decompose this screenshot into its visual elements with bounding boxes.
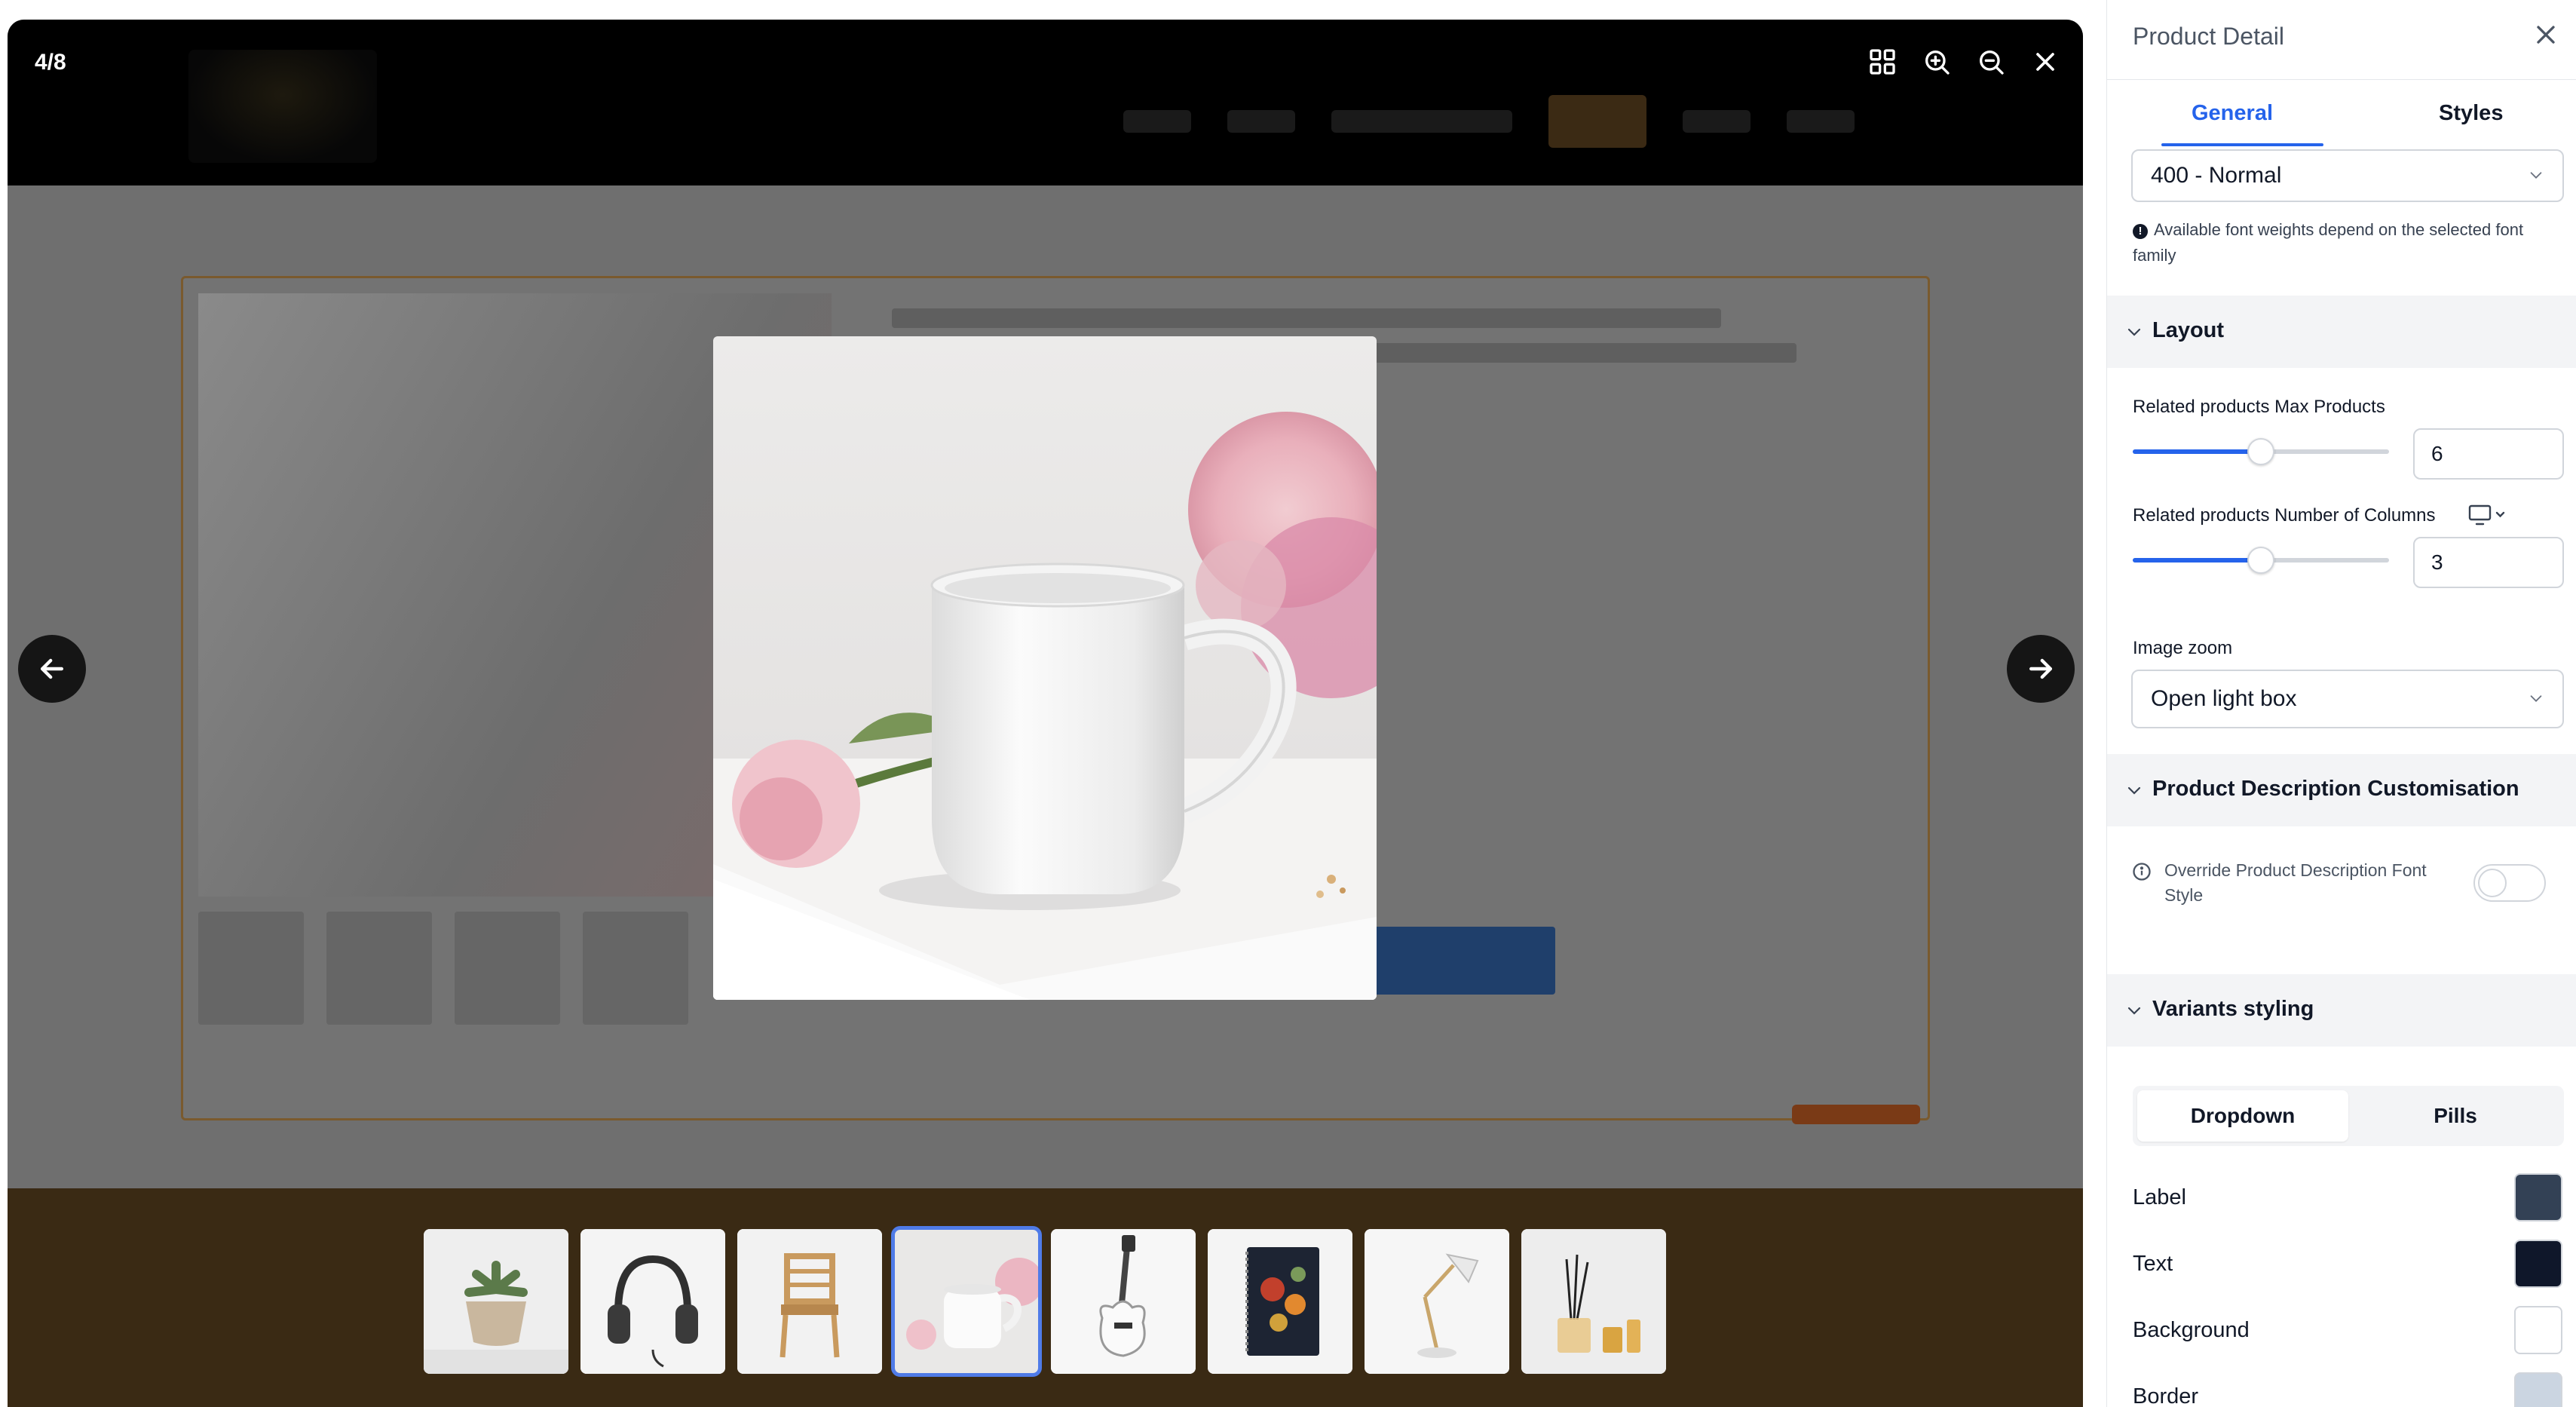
text-color-swatch[interactable] <box>2514 1240 2562 1288</box>
panel-title: Product Detail <box>2133 23 2284 50</box>
variant-style-dropdown[interactable]: Dropdown <box>2137 1090 2348 1142</box>
layout-heading: Layout <box>2152 318 2225 342</box>
site-nav <box>1123 95 1855 148</box>
font-weight-hint-text: Available font weights depend on the sel… <box>2133 220 2524 265</box>
info-icon <box>2133 863 2151 881</box>
app-root: 4/8 Product Detail General Styles 400 - … <box>0 0 2576 1407</box>
tab-styles[interactable]: Styles <box>2439 101 2503 126</box>
zoom-out-icon[interactable] <box>1976 47 2006 77</box>
override-description-label: Override Product Description Font Style <box>2164 860 2427 905</box>
thumbnail-wooden-chair[interactable] <box>737 1229 882 1374</box>
thumbnail-desk-lamp[interactable] <box>1365 1229 1509 1374</box>
variant-style-pills[interactable]: Pills <box>2351 1090 2559 1142</box>
thumbnail-white-mug[interactable] <box>891 1226 1042 1377</box>
thumbnail-succulent-pot[interactable] <box>424 1229 568 1374</box>
panel-tabs: General Styles <box>2107 80 2576 148</box>
close-panel-button[interactable] <box>2531 20 2561 50</box>
product-badge <box>1792 1105 1920 1124</box>
next-image-button[interactable] <box>2007 635 2075 703</box>
max-products-slider[interactable] <box>2133 438 2389 465</box>
slider-fill <box>2133 558 2261 562</box>
image-zoom-select[interactable]: Open light box <box>2131 670 2564 728</box>
text-line <box>892 308 1721 328</box>
site-logo <box>188 50 377 163</box>
font-weight-hint: ! Available font weights depend on the se… <box>2133 217 2562 268</box>
arrow-right-icon <box>2029 658 2053 679</box>
layout-section: Related products Max Products 6 Related … <box>2107 368 2576 762</box>
tab-general[interactable]: General <box>2192 101 2273 126</box>
description-section-header[interactable]: Product Description Customisation <box>2107 754 2576 826</box>
site-nav-cta <box>1548 95 1646 148</box>
panel-header: Product Detail <box>2107 0 2576 80</box>
product-thumb <box>326 912 432 1025</box>
columns-label: Related products Number of Columns <box>2133 505 2436 526</box>
thumbnail-reed-diffuser[interactable] <box>1521 1229 1666 1374</box>
product-thumb <box>198 912 304 1025</box>
zoom-in-icon[interactable] <box>1922 47 1952 77</box>
border-color-label: Border <box>2133 1384 2199 1407</box>
columns-input[interactable]: 3 <box>2413 537 2564 588</box>
settings-panel: Product Detail General Styles 400 - Norm… <box>2106 0 2576 1407</box>
label-color-label: Label <box>2133 1185 2186 1209</box>
slider-fill <box>2133 449 2261 454</box>
toggle-knob <box>2478 869 2507 897</box>
site-nav-item <box>1123 110 1191 133</box>
description-heading: Product Description Customisation <box>2152 777 2519 801</box>
font-weight-value: 400 - Normal <box>2151 163 2282 188</box>
columns-slider[interactable] <box>2133 547 2389 574</box>
image-zoom-value: Open light box <box>2151 686 2297 711</box>
variants-heading: Variants styling <box>2152 997 2314 1021</box>
max-products-label: Related products Max Products <box>2133 397 2385 417</box>
prev-image-button[interactable] <box>18 635 86 703</box>
slider-handle[interactable] <box>2247 438 2274 465</box>
site-nav-cart <box>1787 110 1855 133</box>
variants-section-header[interactable]: Variants styling <box>2107 974 2576 1047</box>
chevron-down-icon <box>2127 786 2141 795</box>
layout-section-header[interactable]: Layout <box>2107 296 2576 368</box>
info-icon: ! <box>2133 224 2148 239</box>
product-thumbs <box>198 912 688 1025</box>
chevron-down-icon <box>2127 328 2141 336</box>
site-nav-item <box>1683 110 1751 133</box>
border-color-swatch[interactable] <box>2514 1372 2562 1407</box>
background-color-label: Background <box>2133 1318 2250 1342</box>
font-weight-select[interactable]: 400 - Normal <box>2131 149 2564 202</box>
font-weight-section: 400 - Normal ! Available font weights dep… <box>2107 148 2576 296</box>
site-nav-item <box>1331 110 1512 133</box>
active-tab-indicator <box>2161 143 2323 146</box>
image-counter: 4/8 <box>35 50 66 75</box>
product-thumb <box>583 912 688 1025</box>
text-color-label: Text <box>2133 1252 2173 1276</box>
thumbnail-electric-guitar[interactable] <box>1051 1229 1196 1374</box>
editor-canvas: 4/8 <box>8 20 2083 1407</box>
image-zoom-label: Image zoom <box>2133 638 2233 658</box>
close-icon[interactable] <box>2030 47 2060 77</box>
grid-view-icon[interactable] <box>1867 47 1898 77</box>
thumbnail-headphones[interactable] <box>580 1229 725 1374</box>
lightbox-main-image <box>713 336 1377 1000</box>
label-color-swatch[interactable] <box>2514 1173 2562 1222</box>
lightbox-thumbnail-strip <box>424 1226 1666 1377</box>
background-color-swatch[interactable] <box>2514 1306 2562 1354</box>
chevron-down-icon <box>2530 172 2542 179</box>
thumbnail-floral-notebook[interactable] <box>1208 1229 1352 1374</box>
site-nav-item <box>1227 110 1295 133</box>
override-description-toggle[interactable] <box>2473 864 2546 902</box>
chevron-down-icon <box>2530 695 2542 702</box>
close-icon <box>2537 26 2555 44</box>
variant-style-toggle: Dropdown Pills <box>2133 1086 2564 1146</box>
lightbox-toolbar <box>1867 47 2060 77</box>
mug-photo <box>713 336 1377 1000</box>
desktop-device-icon[interactable] <box>2467 504 2508 526</box>
max-products-input[interactable]: 6 <box>2413 428 2564 480</box>
arrow-left-icon <box>40 658 64 679</box>
product-thumb <box>455 912 560 1025</box>
description-section: Override Product Description Font Style <box>2107 826 2576 974</box>
chevron-down-icon <box>2127 1007 2141 1015</box>
site-header <box>8 20 2083 185</box>
slider-handle[interactable] <box>2247 547 2274 574</box>
